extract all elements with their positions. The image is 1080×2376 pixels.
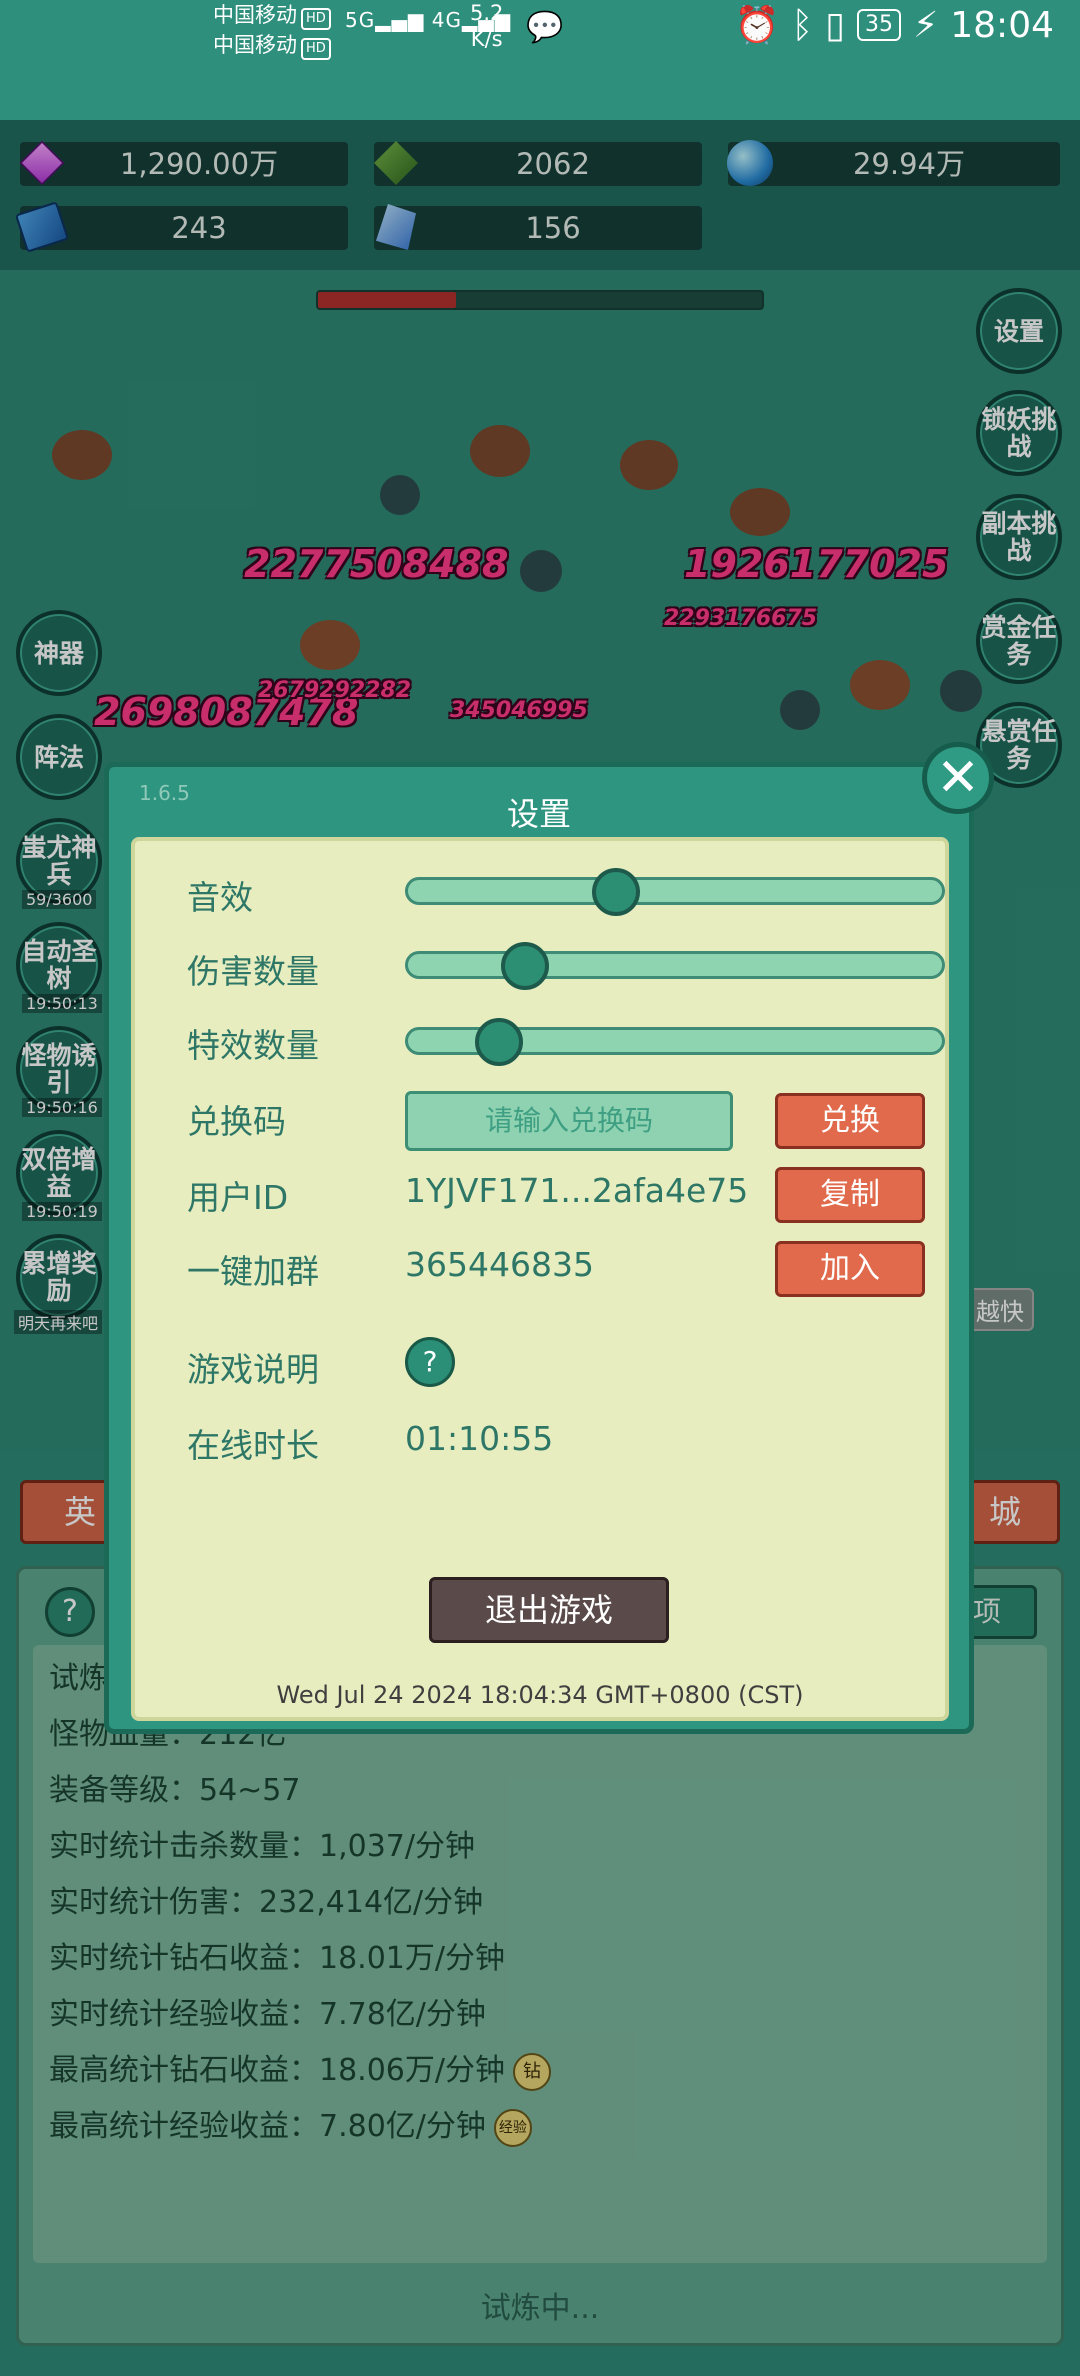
online-time-value: 01:10:55 [405, 1419, 554, 1458]
effect-count-slider[interactable] [405, 1018, 945, 1066]
online-time-label: 在线时长 [187, 1426, 319, 1465]
game-help-icon[interactable]: ? [405, 1337, 455, 1387]
redeem-button[interactable]: 兑换 [775, 1093, 925, 1149]
current-datetime: Wed Jul 24 2024 18:04:34 GMT+0800 (CST) [276, 1681, 804, 1709]
carrier-info: 中国移动 HD 中国移动 HD [213, 0, 331, 60]
user-id-value: 1YJVF171...2afa4e75 [405, 1171, 749, 1210]
game-help-label: 游戏说明 [187, 1350, 319, 1389]
redeem-code-label: 兑换码 [187, 1102, 286, 1141]
damage-count-slider-handle[interactable] [501, 942, 550, 990]
group-id-value: 365446835 [405, 1245, 594, 1284]
settings-body: 音效 伤害数量 特效数量 兑换码 请输入兑换码 兑换 用户ID 1YJVF171… [131, 837, 949, 1721]
bluetooth-icon: ᛒ [791, 4, 814, 46]
dialog-title: 设置 [506, 795, 571, 833]
vibrate-icon: ▯ [825, 4, 845, 46]
carrier-name-2: 中国移动 [213, 33, 297, 57]
effect-count-slider-handle[interactable] [474, 1018, 523, 1066]
hd-badge: HD [301, 38, 331, 60]
damage-count-slider[interactable] [405, 942, 945, 990]
redeem-code-input[interactable]: 请输入兑换码 [405, 1091, 733, 1151]
effect-count-label: 特效数量 [187, 1026, 319, 1065]
damage-count-label: 伤害数量 [187, 952, 319, 991]
alarm-icon: ⏰ [734, 5, 780, 46]
settings-dialog: 1.6.5 设置 音效 伤害数量 特效数量 兑换码 请输入兑换码 兑换 用户ID… [104, 762, 974, 1734]
net-speed: 5.2 K/s [470, 1, 504, 51]
charging-icon: ⚡ [912, 4, 939, 46]
clock: 18:04 [950, 4, 1054, 46]
sound-label: 音效 [187, 878, 253, 917]
close-icon[interactable]: ✕ [922, 742, 994, 814]
join-group-label: 一键加群 [187, 1252, 319, 1291]
hd-badge: HD [301, 8, 331, 30]
carrier-name-1: 中国移动 [213, 3, 297, 27]
join-button[interactable]: 加入 [775, 1241, 925, 1297]
copy-button[interactable]: 复制 [775, 1167, 925, 1223]
wechat-icon: 💬 [526, 10, 564, 45]
battery-icon: 35 [856, 9, 901, 41]
status-bar: 中国移动 HD 中国移动 HD 5G▂▄▆ 4G▂▄▆ 5.2 K/s 💬 ⏰ ᛒ … [0, 0, 1080, 120]
exit-game-button[interactable]: 退出游戏 [429, 1577, 669, 1643]
status-right: ⏰ ᛒ ▯ 35 ⚡ 18:04 [734, 4, 1054, 47]
sound-slider-handle[interactable] [592, 868, 641, 916]
user-id-label: 用户ID [187, 1178, 289, 1217]
sound-slider[interactable] [405, 868, 945, 916]
